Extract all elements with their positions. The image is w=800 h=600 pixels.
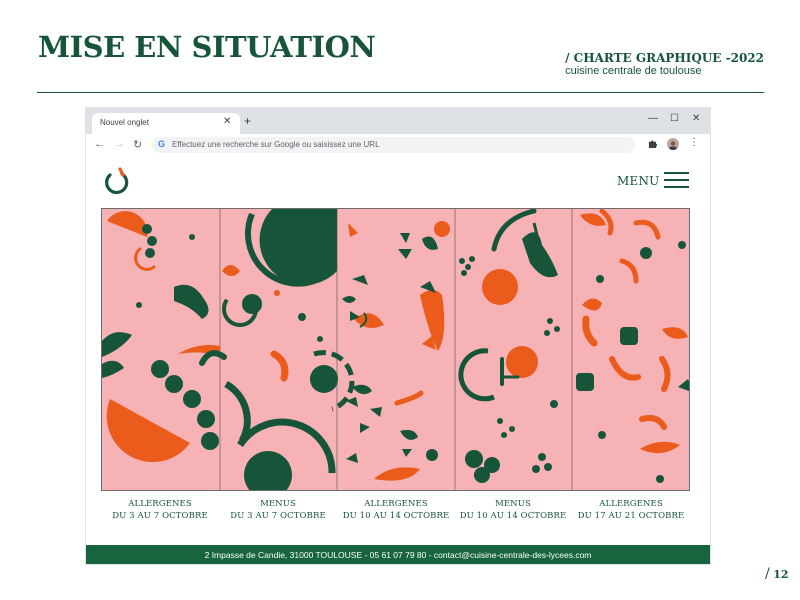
website-viewport: MENU ALLERGENES DU 3 AU 7 OCTOBRE MENUS … xyxy=(86,156,710,564)
hamburger-menu-icon[interactable] xyxy=(664,172,689,189)
card-caption-5[interactable]: ALLERGENES DU 17 AU 21 OCTOBRE xyxy=(572,498,690,522)
card-caption-4[interactable]: MENUS DU 10 AU 14 OCTOBRE xyxy=(454,498,572,522)
charte-subtitle: cuisine centrale de toulouse xyxy=(565,65,702,77)
address-placeholder: Effectuez une recherche sur Google ou sa… xyxy=(172,140,380,149)
browser-window: Nouvel onglet ✕ + — ☐ ✕ ← → ↻ G Effectue… xyxy=(86,108,710,564)
panel-2-pattern xyxy=(199,209,355,490)
card-caption-dates: DU 17 AU 21 OCTOBRE xyxy=(577,511,685,521)
panel-4-pattern xyxy=(458,209,560,483)
minimize-icon[interactable]: — xyxy=(648,113,658,124)
card-caption-title: MENUS xyxy=(495,499,531,509)
site-footer: 2 Impasse de Candie, 31000 TOULOUSE - 05… xyxy=(86,545,710,564)
card-caption-title: ALLERGENES xyxy=(128,499,192,509)
card-caption-title: MENUS xyxy=(260,499,296,509)
header-divider xyxy=(37,92,764,93)
extensions-puzzle-icon[interactable] xyxy=(648,139,657,148)
page-title: MISE EN SITUATION xyxy=(38,30,376,64)
browser-menu-icon[interactable]: ⋮ xyxy=(689,137,699,148)
charte-label: / CHARTE GRAPHIQUE -2022 xyxy=(565,51,764,65)
tab-bar: Nouvel onglet ✕ + — ☐ ✕ xyxy=(86,108,710,134)
page-number-value: 12 xyxy=(773,568,789,581)
forward-arrow-icon[interactable]: → xyxy=(114,138,125,150)
card-caption-dates: DU 3 AU 7 OCTOBRE xyxy=(112,511,208,521)
page-slash: / xyxy=(765,566,770,582)
address-bar[interactable]: G Effectuez une recherche sur Google ou … xyxy=(152,137,635,153)
browser-toolbar: ← → ↻ G Effectuez une recherche sur Goog… xyxy=(86,134,710,156)
tab-new[interactable]: Nouvel onglet ✕ xyxy=(92,113,240,134)
card-caption-1[interactable]: ALLERGENES DU 3 AU 7 OCTOBRE xyxy=(101,498,219,522)
card-caption-dates: DU 10 AU 14 OCTOBRE xyxy=(342,511,450,521)
menu-cards-strip xyxy=(101,208,690,491)
panel-5-pattern xyxy=(576,209,689,483)
panel-3-pattern xyxy=(342,221,450,481)
close-window-icon[interactable]: ✕ xyxy=(692,113,700,124)
panel-1-pattern xyxy=(102,211,220,463)
card-caption-dates: DU 3 AU 7 OCTOBRE xyxy=(230,511,326,521)
card-caption-3[interactable]: ALLERGENES DU 10 AU 14 OCTOBRE xyxy=(337,498,455,522)
reload-icon[interactable]: ↻ xyxy=(133,138,142,151)
page-number: / 12 xyxy=(765,566,789,582)
tab-close-icon[interactable]: ✕ xyxy=(223,116,231,127)
maximize-icon[interactable]: ☐ xyxy=(670,113,679,124)
google-icon: G xyxy=(158,139,166,149)
card-caption-title: ALLERGENES xyxy=(364,499,428,509)
back-arrow-icon[interactable]: ← xyxy=(94,138,105,150)
site-logo-icon[interactable] xyxy=(101,166,131,196)
food-pattern-illustration xyxy=(102,209,689,490)
card-caption-title: ALLERGENES xyxy=(599,499,663,509)
tab-title: Nouvel onglet xyxy=(100,118,149,127)
profile-avatar[interactable] xyxy=(667,138,679,150)
card-caption-dates: DU 10 AU 14 OCTOBRE xyxy=(459,511,567,521)
doc-header: / CHARTE GRAPHIQUE -2022 cuisine central… xyxy=(565,51,764,77)
footer-contact: 2 Impasse de Candie, 31000 TOULOUSE - 05… xyxy=(204,550,592,560)
card-caption-2[interactable]: MENUS DU 3 AU 7 OCTOBRE xyxy=(219,498,337,522)
menu-label[interactable]: MENU xyxy=(617,174,659,188)
new-tab-icon[interactable]: + xyxy=(244,114,251,128)
